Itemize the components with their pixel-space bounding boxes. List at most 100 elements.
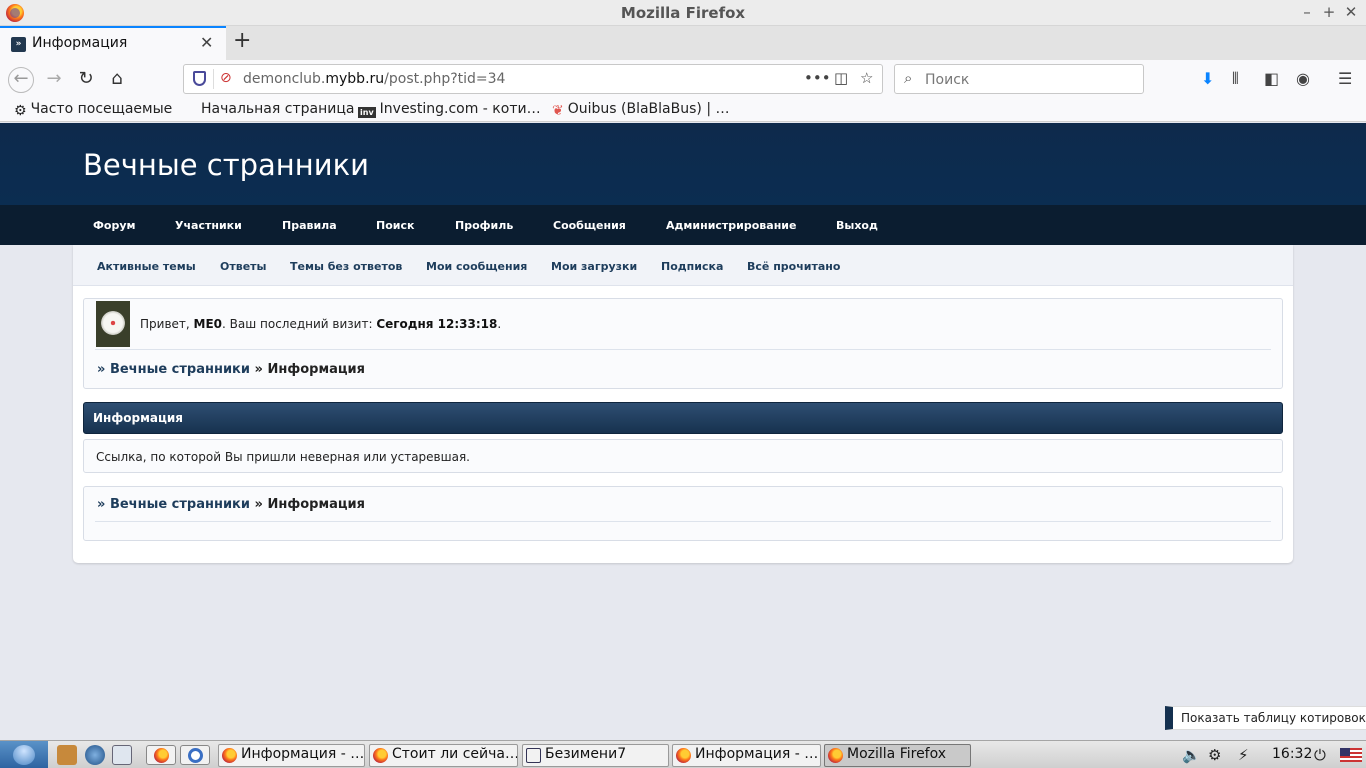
quotes-table-tooltip[interactable]: Показать таблицу котировок: [1165, 706, 1366, 730]
task-stoit-li[interactable]: Стоит ли сейча…: [369, 744, 518, 767]
investing-icon: inv: [358, 107, 376, 118]
breadcrumb-separator: »: [97, 362, 106, 377]
avatar[interactable]: [96, 301, 130, 347]
menu-search[interactable]: Поиск: [376, 219, 414, 232]
home-icon[interactable]: ⌂: [104, 67, 130, 93]
show-desktop-icon[interactable]: [112, 745, 132, 765]
navigation-toolbar: ← → ↻ ⌂ ⊘ demonclub.mybb.ru/post.php?tid…: [0, 60, 1366, 98]
close-tab-icon[interactable]: ✕: [200, 33, 213, 52]
bookmark-start-page[interactable]: Начальная страница: [201, 101, 354, 117]
tracking-shield-icon[interactable]: [193, 71, 206, 86]
divider: [95, 349, 1271, 350]
task-informatsiya-1[interactable]: Информация - …: [218, 744, 365, 767]
url-bar[interactable]: ⊘ demonclub.mybb.ru/post.php?tid=34 ••• …: [183, 64, 883, 94]
updates-icon[interactable]: ⚙: [1208, 746, 1221, 764]
search-bar[interactable]: ⌕ Поиск: [894, 64, 1144, 94]
bookmark-star-icon[interactable]: ☆: [860, 69, 873, 87]
info-header-title: Информация: [93, 411, 183, 425]
breadcrumb-home-link[interactable]: Вечные странники: [110, 497, 250, 512]
last-visit-label: . Ваш последний визит:: [222, 317, 377, 331]
pocket-icon[interactable]: ◫: [834, 69, 848, 87]
task-mozilla-firefox[interactable]: Mozilla Firefox: [824, 744, 971, 767]
menu-forum[interactable]: Форум: [93, 219, 136, 232]
start-arrow-icon: [13, 745, 35, 765]
submenu-active-topics[interactable]: Активные темы: [97, 260, 196, 273]
menu-members[interactable]: Участники: [175, 219, 242, 232]
footer-breadcrumb-panel: » Вечные странники » Информация: [83, 486, 1283, 541]
bookmark-label: Investing.com - коти…: [379, 101, 541, 117]
username[interactable]: ME0: [194, 317, 223, 331]
breadcrumb-home-link[interactable]: Вечные странники: [110, 362, 250, 377]
url-domain-prefix: demonclub.: [243, 71, 326, 87]
breadcrumb-separator: »: [254, 497, 263, 512]
tab-bar: » Информация ✕ +: [0, 26, 1366, 60]
library-icon[interactable]: ⫴: [1232, 69, 1239, 89]
search-placeholder: Поиск: [925, 72, 970, 88]
ouibus-icon: ❦: [552, 103, 564, 119]
divider: [95, 521, 1271, 522]
bookmark-ouibus[interactable]: ❦ Ouibus (BlaBlaBus) | …: [552, 101, 729, 119]
submenu-subscriptions[interactable]: Подписка: [661, 260, 723, 273]
maximize-icon[interactable]: +: [1320, 3, 1338, 21]
submenu-unanswered[interactable]: Темы без ответов: [290, 260, 402, 273]
download-icon[interactable]: ⬇: [1201, 69, 1214, 88]
task-label: Информация - …: [241, 746, 365, 762]
firefox-icon: [373, 748, 388, 763]
power-icon[interactable]: ⏻: [1314, 746, 1326, 764]
network-icon[interactable]: ⚡: [1238, 746, 1249, 764]
bookmark-most-visited[interactable]: ⚙ Часто посещаемые: [14, 101, 172, 119]
submenu-my-uploads[interactable]: Мои загрузки: [551, 260, 637, 273]
forum-header: Вечные странники: [0, 123, 1366, 205]
task-informatsiya-2[interactable]: Информация - …: [672, 744, 821, 767]
writer-icon: [526, 748, 541, 763]
browser-globe-icon[interactable]: [85, 745, 105, 765]
menu-hamburger-icon[interactable]: ☰: [1338, 69, 1352, 88]
url-domain: mybb.ru: [325, 71, 385, 87]
forum-title[interactable]: Вечные странники: [83, 148, 369, 182]
submenu-mark-all-read[interactable]: Всё прочитано: [747, 260, 840, 273]
chromium-launcher-icon[interactable]: [180, 745, 210, 765]
url-separator: [213, 69, 214, 89]
firefox-icon: [222, 748, 237, 763]
search-icon: ⌕: [904, 69, 913, 87]
info-message: Ссылка, по которой Вы пришли неверная ил…: [96, 450, 470, 464]
volume-icon[interactable]: 🔈: [1182, 746, 1201, 764]
firefox-launcher-icon[interactable]: [146, 745, 176, 765]
menu-messages[interactable]: Сообщения: [553, 219, 626, 232]
reload-icon[interactable]: ↻: [73, 67, 99, 93]
tab-informatsiya[interactable]: » Информация ✕: [0, 26, 226, 60]
welcome-end: .: [497, 317, 502, 331]
task-bezimeni7[interactable]: Безимени7: [522, 744, 669, 767]
breadcrumb: » Вечные странники » Информация: [97, 497, 365, 512]
content-wrapper: Активные темы Ответы Темы без ответов Мо…: [73, 245, 1293, 563]
bookmark-label: Часто посещаемые: [30, 101, 173, 117]
menu-logout[interactable]: Выход: [836, 219, 878, 232]
url-text[interactable]: demonclub.mybb.ru/post.php?tid=34: [243, 71, 505, 87]
bookmark-investing[interactable]: inv Investing.com - коти…: [358, 101, 541, 118]
page-actions-icon[interactable]: •••: [804, 69, 831, 87]
file-manager-icon[interactable]: [57, 745, 77, 765]
submenu-replies[interactable]: Ответы: [220, 260, 266, 273]
account-icon[interactable]: ◉: [1296, 69, 1310, 88]
insecure-lock-icon[interactable]: ⊘: [220, 70, 232, 86]
forward-arrow-icon[interactable]: →: [41, 67, 67, 93]
keyboard-layout-flag-icon[interactable]: [1340, 748, 1362, 762]
bookmark-label: Ouibus (BlaBlaBus) | …: [567, 101, 730, 117]
new-tab-icon[interactable]: +: [233, 28, 251, 53]
start-menu-button[interactable]: [0, 741, 48, 768]
minimize-icon[interactable]: –: [1298, 3, 1316, 21]
window-titlebar: Mozilla Firefox – + ✕: [0, 0, 1366, 26]
breadcrumb-current: Информация: [267, 497, 365, 512]
menu-administration[interactable]: Администрирование: [666, 219, 796, 232]
back-arrow-icon[interactable]: ←: [8, 67, 34, 93]
menu-profile[interactable]: Профиль: [455, 219, 513, 232]
page-content: Вечные странники Форум Участники Правила…: [0, 123, 1366, 740]
clock[interactable]: 16:32: [1272, 746, 1312, 762]
close-window-icon[interactable]: ✕: [1342, 3, 1360, 21]
sidebar-icon[interactable]: ◧: [1264, 69, 1279, 88]
bookmark-label: Начальная страница: [201, 101, 355, 117]
firefox-icon: [828, 748, 843, 763]
task-label: Информация - …: [695, 746, 819, 762]
menu-rules[interactable]: Правила: [282, 219, 337, 232]
submenu-my-posts[interactable]: Мои сообщения: [426, 260, 527, 273]
